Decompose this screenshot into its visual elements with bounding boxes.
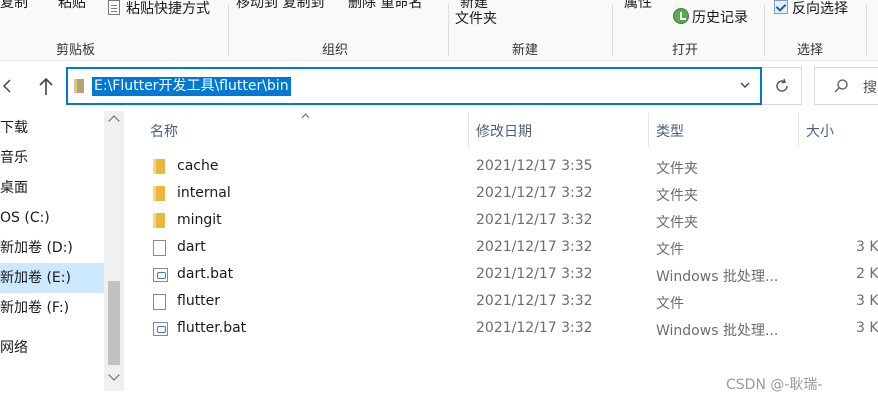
sidebar-item-drive-f[interactable]: 新加卷 (F:) [0, 293, 104, 323]
column-header-date[interactable]: 修改日期 [476, 121, 532, 141]
file-date: 2021/12/17 3:32 [476, 185, 593, 201]
ribbon-divider [228, 4, 229, 56]
search-placeholder: 搜 [863, 80, 877, 96]
file-row-dart-bat[interactable]: dart.bat 2021/12/17 3:32 Windows 批处理... … [125, 261, 878, 288]
batch-file-icon [153, 322, 168, 336]
group-label-select: 选择 [797, 43, 824, 58]
file-name: flutter [177, 293, 221, 309]
search-icon [834, 79, 848, 93]
history-button[interactable]: 历史记录 [692, 7, 748, 27]
sort-ascending-icon [301, 113, 310, 119]
scroll-down-icon[interactable] [108, 369, 120, 381]
file-date: 2021/12/17 3:32 [476, 266, 593, 282]
file-name: flutter.bat [177, 320, 247, 336]
ribbon: 复制 粘贴 移动到 复制到 删除 重命名 新建 属性 粘贴快捷方式 文件夹 历史… [0, 0, 878, 61]
scrollbar-thumb[interactable] [108, 281, 120, 365]
properties-button[interactable]: 属性 [624, 0, 652, 12]
sidebar-item-drive-c[interactable]: OS (C:) [0, 203, 104, 233]
address-path-text[interactable]: E:\Flutter开发工具\flutter\bin [92, 77, 291, 96]
batch-file-icon [153, 268, 168, 282]
file-name: dart [177, 239, 206, 255]
file-row-cache[interactable]: cache 2021/12/17 3:35 文件夹 [125, 153, 878, 180]
file-name: cache [177, 158, 219, 174]
history-icon [673, 8, 689, 24]
refresh-icon [776, 78, 788, 92]
paste-shortcut-icon [108, 0, 120, 15]
group-label-clipboard: 剪贴板 [56, 43, 96, 58]
invert-selection-icon [774, 0, 788, 14]
file-row-internal[interactable]: internal 2021/12/17 3:32 文件夹 [125, 180, 878, 207]
chevron-down-icon[interactable] [738, 78, 752, 92]
file-type: Windows 批处理... [656, 323, 779, 339]
file-date: 2021/12/17 3:32 [476, 239, 593, 255]
file-type: Windows 批处理... [656, 269, 779, 285]
file-date: 2021/12/17 3:35 [476, 158, 593, 174]
new-folder-button[interactable]: 文件夹 [455, 8, 497, 28]
address-bar[interactable]: E:\Flutter开发工具\flutter\bin [66, 67, 762, 105]
column-divider[interactable] [798, 113, 799, 147]
sidebar-item-drive-e[interactable]: 新加卷 (E:) [0, 263, 104, 293]
delete-rename-button[interactable]: 删除 重命名 [348, 0, 422, 12]
invert-selection-button[interactable]: 反向选择 [792, 0, 848, 18]
refresh-button[interactable] [762, 67, 802, 105]
sidebar-item-music[interactable]: 音乐 [0, 143, 104, 173]
ribbon-divider [448, 4, 449, 56]
navigation-pane: 下载 音乐 桌面 OS (C:) 新加卷 (D:) 新加卷 (E:) 新加卷 (… [0, 111, 125, 403]
address-row: E:\Flutter开发工具\flutter\bin 搜 [0, 61, 878, 111]
file-size: 2 K [856, 266, 878, 282]
file-date: 2021/12/17 3:32 [476, 212, 593, 228]
folder-icon [153, 213, 165, 228]
copy-path-button[interactable]: 复制 [0, 0, 28, 12]
search-input[interactable]: 搜 [814, 67, 878, 105]
move-copy-to-button[interactable]: 移动到 复制到 [236, 0, 324, 12]
file-type: 文件 [656, 296, 684, 312]
watermark-text: CSDN @-耿瑞- [726, 377, 823, 393]
file-type: 文件夹 [656, 215, 698, 231]
paste-shortcut-button[interactable]: 粘贴快捷方式 [126, 0, 210, 18]
ribbon-divider [764, 4, 765, 56]
file-icon [153, 240, 166, 256]
up-arrow-icon[interactable] [34, 75, 58, 99]
column-header-name[interactable]: 名称 [150, 121, 178, 141]
folder-icon [153, 159, 165, 174]
back-arrow-icon[interactable] [0, 79, 14, 93]
file-type: 文件夹 [656, 161, 698, 177]
folder-icon [74, 79, 84, 93]
file-row-flutter-bat[interactable]: flutter.bat 2021/12/17 3:32 Windows 批处理.… [125, 315, 878, 342]
file-name: mingit [177, 212, 222, 228]
file-row-dart[interactable]: dart 2021/12/17 3:32 文件 3 K [125, 234, 878, 261]
file-type: 文件夹 [656, 188, 698, 204]
file-name: dart.bat [177, 266, 234, 282]
group-label-open: 打开 [672, 43, 699, 58]
file-row-flutter[interactable]: flutter 2021/12/17 3:32 文件 3 K [125, 288, 878, 315]
sidebar-item-desktop[interactable]: 桌面 [0, 173, 104, 203]
column-divider[interactable] [648, 113, 649, 147]
sidebar-item-drive-d[interactable]: 新加卷 (D:) [0, 233, 104, 263]
ribbon-divider [866, 4, 867, 56]
file-list: 名称 修改日期 类型 大小 cache 2021/12/17 3:35 文件夹 … [125, 111, 878, 403]
column-divider[interactable] [468, 113, 469, 147]
paste-button[interactable]: 粘贴 [58, 0, 86, 12]
file-icon [153, 294, 166, 310]
file-name: internal [177, 185, 231, 201]
file-type: 文件 [656, 242, 684, 258]
file-date: 2021/12/17 3:32 [476, 293, 593, 309]
group-label-organize: 组织 [322, 43, 349, 58]
file-date: 2021/12/17 3:32 [476, 320, 593, 336]
sidebar-item-downloads[interactable]: 下载 [0, 113, 104, 143]
sidebar-item-network[interactable]: 网络 [0, 333, 104, 363]
file-size: 3 K [856, 239, 878, 255]
scroll-up-icon[interactable] [108, 115, 120, 127]
group-label-new: 新建 [512, 43, 539, 58]
column-header-type[interactable]: 类型 [656, 121, 684, 141]
ribbon-divider [612, 4, 613, 56]
file-size: 3 K [856, 320, 878, 336]
column-header-size[interactable]: 大小 [806, 121, 834, 141]
file-row-mingit[interactable]: mingit 2021/12/17 3:32 文件夹 [125, 207, 878, 234]
file-size: 3 K [856, 293, 878, 309]
folder-icon [153, 186, 165, 201]
sidebar-scrollbar[interactable] [104, 111, 124, 391]
